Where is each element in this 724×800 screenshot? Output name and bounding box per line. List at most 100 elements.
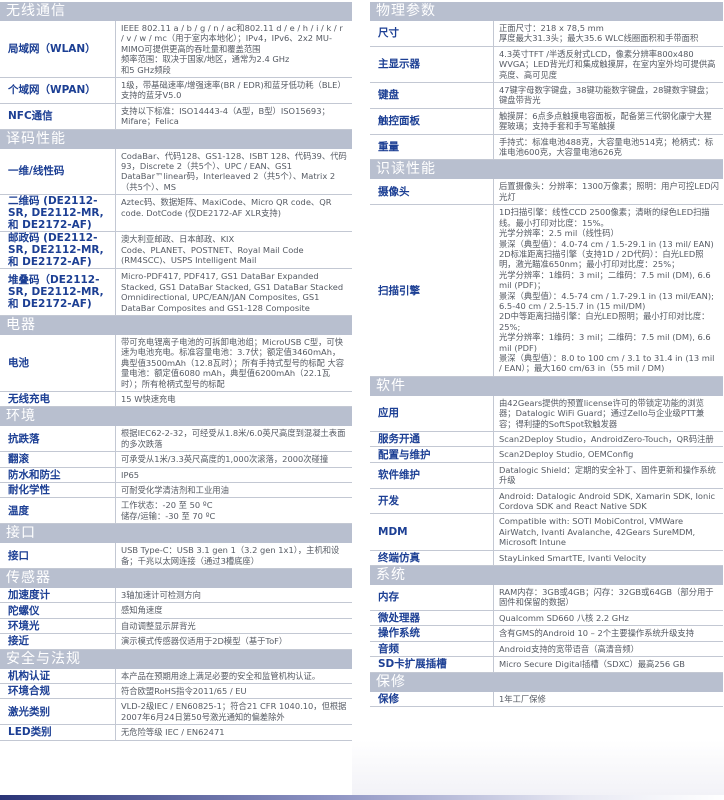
- spec-value: 47键字母数字键盘，38键功能数字键盘，28键数字键盘；键盘带背光: [499, 85, 714, 106]
- spec-row: MDM Compatible with: SOTI MobiControl, VM…: [370, 514, 723, 551]
- footer-accent-bar: [0, 795, 724, 800]
- section-header: 译码性能: [0, 129, 352, 149]
- spec-row: 温度 工作状态：-20 至 50 ºC 储存/运输：-30 至 70 ºC: [0, 498, 352, 525]
- spec-label: 邮政码 (DE2112-SR, DE2112-MR, 和 DE2172-AF): [0, 232, 116, 269]
- spec-row: 尺寸 正面尺寸：218 x 78,5 mm 厚度最大31.3头；最大35.6 WL…: [370, 21, 723, 47]
- spec-row: 电池 带可充电锂离子电池的可拆卸电池组；MicroUSB C型，可快速为电池充电。…: [0, 334, 352, 392]
- spec-label: 软件维护: [370, 462, 494, 488]
- spec-label: 环境光: [0, 618, 116, 634]
- spec-row: 终端仿真 StayLinked SmartTE, Ivanti Velocity: [370, 550, 723, 567]
- spec-label: 开发: [370, 488, 494, 514]
- spec-label: 无线充电: [0, 391, 116, 407]
- section-header: 软件: [370, 376, 723, 396]
- spec-value: Android支持的宽带语音（高清音频）: [499, 643, 639, 654]
- spec-row: 服务开通 Scan2Deploy Studio，AndroidZero-Touch…: [370, 432, 723, 448]
- spec-label: 接口: [0, 543, 116, 568]
- spec-row: 局域网（WLAN） IEEE 802.11 a / b / g / n / ac和…: [0, 21, 352, 79]
- spec-value: 3轴加速计可检测方向: [121, 590, 201, 600]
- spec-value: 演示模式传感器仅适用于2D模型（基于ToF）: [121, 636, 288, 647]
- spec-value: 本产品在预期用途上满足必要的安全和监管机构认证。: [121, 670, 321, 681]
- spec-section: 系统 内存 RAM内存：3GB或4GB；闪存：32GB或64GB（部分用于固件和保留…: [370, 566, 723, 673]
- spec-value: Android: Datalogic Android SDK, Xamarin …: [499, 490, 716, 512]
- spec-value: Qualcomm SD660 八核 2.2 GHz: [499, 612, 629, 623]
- spec-column-left: 无线通信 局域网（WLAN） IEEE 802.11 a / b / g / n /…: [0, 2, 352, 741]
- spec-section: 无线通信 局域网（WLAN） IEEE 802.11 a / b / g / n /…: [0, 2, 352, 130]
- spec-row: 开发 Android: Datalogic Android SDK, Xamari…: [370, 488, 723, 515]
- spec-row: 微处理器 Qualcomm SD660 八核 2.2 GHz: [370, 610, 723, 627]
- spec-value: IEEE 802.11 a / b / g / n / ac和802.11 d …: [121, 23, 343, 75]
- spec-label: 局域网（WLAN）: [0, 21, 116, 78]
- spec-label: MDM: [370, 514, 494, 550]
- spec-row: 机构认证 本产品在预期用途上满足必要的安全和监管机构认证。: [0, 668, 352, 685]
- spec-value: 感知角速度: [121, 605, 163, 616]
- spec-label: 重量: [370, 134, 494, 160]
- section-header: 环境: [0, 407, 352, 427]
- spec-value: 工作状态：-20 至 50 ºC 储存/运输：-30 至 70 ºC: [121, 500, 216, 521]
- spec-label: 陀螺仪: [0, 603, 116, 618]
- spec-section: 保修 保修 1年工厂保修: [370, 672, 723, 707]
- spec-label: LED类别: [0, 725, 116, 740]
- spec-section: 安全与法规 机构认证 本产品在预期用途上满足必要的安全和监管机构认证。 环境合规 符合欧…: [0, 649, 352, 741]
- spec-value: Scan2Deploy Studio，AndroidZero-Touch，QR码…: [499, 434, 714, 444]
- spec-value: 由42Gears提供的预置license许可的带锁定功能的浏览器；Datalog…: [499, 397, 705, 429]
- section-header: 系统: [370, 566, 723, 586]
- spec-value: CodaBar、代码128、GS1-128、ISBT 128、代码39、代码93…: [121, 150, 347, 192]
- spec-label: 电池: [0, 334, 116, 391]
- section-header: 接口: [0, 524, 352, 544]
- spec-label: 音频: [370, 641, 494, 657]
- spec-label: 个域网（WPAN）: [0, 78, 116, 103]
- spec-value: 触摸屏：6点多点触摸电容面板，配备第三代钢化康宁大猩猩玻璃；支持手套和手写笔触摸: [499, 110, 712, 132]
- spec-row: NFC通信 支持以下标准：ISO14443-4（A型，B型）ISO15693；Mi…: [0, 103, 352, 130]
- spec-label: 保修: [370, 691, 494, 706]
- spec-row: 保修 1年工厂保修: [370, 691, 723, 707]
- spec-label: 触控面板: [370, 108, 494, 134]
- spec-value: 可承受从1米/3.3英尺高度的1,000次滚落，2000次碰撞: [121, 454, 329, 465]
- spec-label: 服务开通: [370, 432, 494, 447]
- spec-row: 音频 Android支持的宽带语音（高清音频）: [370, 641, 723, 658]
- spec-value: 根据IEC62-2-32，可经受从1.8米/6.0英尺高度到混凝土表面的多次跌落: [121, 428, 346, 449]
- spec-row: 堆叠码（DE2112-SR, DE2112-MR, 和 DE2172-AF) Mi…: [0, 269, 352, 316]
- spec-value: 15 W快速充电: [121, 393, 176, 404]
- spec-value: 可耐受化学清洁剂和工业用油: [121, 484, 229, 495]
- spec-label: SD卡扩展插槽: [370, 657, 494, 672]
- spec-label: 扫描引擎: [370, 205, 494, 376]
- spec-value: 无危险等级 IEC / EN62471: [121, 727, 225, 738]
- spec-row: 邮政码 (DE2112-SR, DE2112-MR, 和 DE2172-AF) 澳…: [0, 232, 352, 270]
- spec-row: 加速度计 3轴加速计可检测方向: [0, 588, 352, 604]
- spec-value: Micro Secure Digital插槽（SDXC）最高256 GB: [499, 659, 685, 670]
- spec-value: 手持式：标准电池488克，大容量电池514克；枪柄式：标准电池600克，大容量电…: [499, 136, 714, 158]
- spec-row: 无线充电 15 W快速充电: [0, 391, 352, 408]
- spec-label: NFC通信: [0, 103, 116, 129]
- spec-column-right: 物理参数 尺寸 正面尺寸：218 x 78,5 mm 厚度最大31.3头；最大35.…: [370, 2, 723, 707]
- spec-label: 激光类别: [0, 699, 116, 725]
- spec-row: 接口 USB Type-C：USB 3.1 gen 1（3.2 gen 1x1），…: [0, 543, 352, 569]
- spec-row: 环境合规 符合欧盟RoHS指令2011/65 / EU: [0, 684, 352, 700]
- spec-row: 触控面板 触摸屏：6点多点触摸电容面板，配备第三代钢化康宁大猩猩玻璃；支持手套和手…: [370, 108, 723, 135]
- spec-section: 接口 接口 USB Type-C：USB 3.1 gen 1（3.2 gen 1x1…: [0, 524, 352, 569]
- spec-label: 耐化学性: [0, 482, 116, 498]
- spec-value: RAM内存：3GB或4GB；闪存：32GB或64GB（部分用于固件和保留的数据）: [499, 587, 714, 608]
- spec-value: 自动调整显示屏背光: [121, 620, 196, 631]
- spec-value: 1D扫描引擎：线性CCD 2500像素；清晰的绿色LED扫描线。最小打印对比度：…: [499, 207, 715, 374]
- spec-row: 环境光 自动调整显示屏背光: [0, 618, 352, 635]
- spec-label: 温度: [0, 498, 116, 524]
- spec-label: 翻滚: [0, 452, 116, 467]
- spec-label: 键盘: [370, 83, 494, 108]
- spec-label: 终端仿真: [370, 550, 494, 566]
- spec-label: 防水和防尘: [0, 467, 116, 482]
- spec-row: 个域网（WPAN） 1级，带基础速率/增强速率(BR / EDR)和蓝牙低功耗（B…: [0, 78, 352, 104]
- spec-section: 物理参数 尺寸 正面尺寸：218 x 78,5 mm 厚度最大31.3头；最大35.…: [370, 2, 723, 161]
- section-header: 识读性能: [370, 160, 723, 180]
- spec-row: 配置与维护 Scan2Deploy Studio, OEMConfig: [370, 447, 723, 463]
- spec-row: 一维/线性码 CodaBar、代码128、GS1-128、ISBT 128、代码3…: [0, 148, 352, 196]
- spec-row: 键盘 47键字母数字键盘，38键功能数字键盘，28键数字键盘；键盘带背光: [370, 83, 723, 109]
- spec-value: 4.3英寸TFT /半透反射式LCD，像素分辨率800x480 WVGA；LED…: [499, 48, 716, 80]
- spec-value: 澳大利亚邮政、日本邮政、KIX Code、PLANET、POSTNET、Roya…: [121, 234, 304, 266]
- bottom-fade-decoration: [352, 740, 724, 795]
- spec-row: 陀螺仪 感知角速度: [0, 603, 352, 619]
- spec-row: 内存 RAM内存：3GB或4GB；闪存：32GB或64GB（部分用于固件和保留的数…: [370, 585, 723, 611]
- spec-value: USB Type-C：USB 3.1 gen 1（3.2 gen 1x1），主机…: [121, 545, 340, 566]
- spec-value: Scan2Deploy Studio, OEMConfig: [499, 449, 634, 460]
- spec-row: 激光类别 VLD-2级IEC / EN60825-1；符合21 CFR 1040.…: [0, 699, 352, 726]
- spec-value: 符合欧盟RoHS指令2011/65 / EU: [121, 686, 247, 697]
